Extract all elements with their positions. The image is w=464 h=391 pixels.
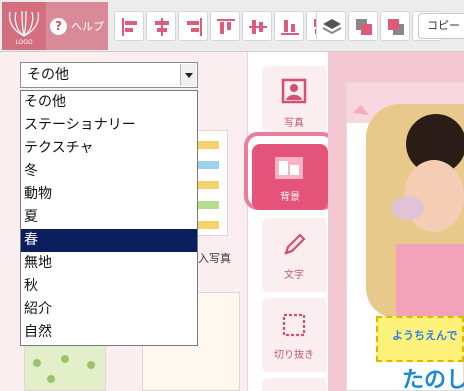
child-photo[interactable]	[366, 104, 464, 318]
tab-more[interactable]	[262, 378, 326, 391]
side-tabs: 写真 背景 文字 切り抜き	[244, 60, 336, 391]
align-left-button[interactable]	[114, 11, 144, 41]
send-backward-icon	[388, 19, 404, 35]
category-option[interactable]: 動物	[21, 183, 197, 206]
align-center-h-icon	[155, 18, 169, 36]
category-option[interactable]: その他	[21, 91, 197, 114]
logo-icon: LOGO	[8, 10, 40, 46]
card-title-text: たのし	[402, 368, 464, 391]
category-option[interactable]: 冬	[21, 160, 197, 183]
help-label: ヘルプ	[71, 20, 104, 33]
child-photo-image	[366, 104, 464, 318]
align-bottom-button[interactable]	[274, 11, 304, 41]
category-select[interactable]: その他	[20, 62, 198, 88]
category-option[interactable]: 自然	[21, 321, 197, 344]
chevron-down-icon[interactable]	[180, 64, 196, 86]
crop-frame-icon	[282, 313, 306, 337]
category-option[interactable]: 夏	[21, 206, 197, 229]
svg-text:LOGO: LOGO	[15, 39, 33, 46]
tab-label: 切り抜き	[274, 350, 314, 361]
top-toolbar: LOGO ? ヘルプ コピー	[0, 0, 464, 52]
align-right-icon	[187, 18, 202, 36]
align-top-button[interactable]	[210, 11, 240, 41]
align-center-v-icon	[249, 20, 267, 34]
tab-text[interactable]: 文字	[262, 218, 326, 292]
category-option[interactable]: テクスチャ	[21, 137, 197, 160]
bring-forward-button[interactable]	[348, 11, 378, 41]
pencil-icon	[284, 233, 306, 255]
app-logo[interactable]: LOGO	[2, 2, 46, 50]
category-option[interactable]: 秋	[21, 275, 197, 298]
align-right-button[interactable]	[178, 11, 208, 41]
tab-crop[interactable]: 切り抜き	[262, 298, 326, 372]
tab-label: 写真	[284, 118, 304, 129]
align-tool-group	[114, 11, 336, 41]
category-option[interactable]: 紹介	[21, 298, 197, 321]
stripe-pattern-image	[197, 141, 219, 229]
copy-button[interactable]: コピー	[418, 13, 464, 39]
category-option[interactable]: ステーショナリー	[21, 114, 197, 137]
banner-text: ようちえんで	[392, 329, 458, 342]
category-option[interactable]: 無地	[21, 252, 197, 275]
category-option-highlighted[interactable]: 春	[21, 229, 197, 252]
bring-front-button[interactable]	[316, 11, 346, 41]
tab-label: 文字	[284, 270, 304, 281]
bring-front-icon	[322, 19, 342, 35]
tab-photo[interactable]: 写真	[262, 66, 326, 132]
photo-icon	[281, 78, 307, 104]
align-center-h-button[interactable]	[146, 11, 176, 41]
help-group[interactable]: ? ヘルプ	[50, 16, 104, 36]
tab-background[interactable]: 背景	[252, 144, 328, 210]
thumbnail-label: 入写真	[198, 252, 231, 265]
category-select-value: その他	[27, 67, 69, 83]
align-left-icon	[122, 18, 137, 36]
help-icon: ?	[50, 17, 67, 35]
tab-label: 背景	[280, 192, 300, 203]
bring-forward-icon	[356, 19, 372, 35]
background-icon	[275, 157, 303, 179]
category-options-list: その他 ステーショナリー テクスチャ 冬 動物 夏 春 無地 秋 紹介 自然	[20, 90, 198, 346]
align-bottom-icon	[281, 20, 299, 35]
align-center-v-button[interactable]	[242, 11, 272, 41]
align-top-icon	[217, 19, 235, 34]
send-backward-button[interactable]	[380, 11, 410, 41]
